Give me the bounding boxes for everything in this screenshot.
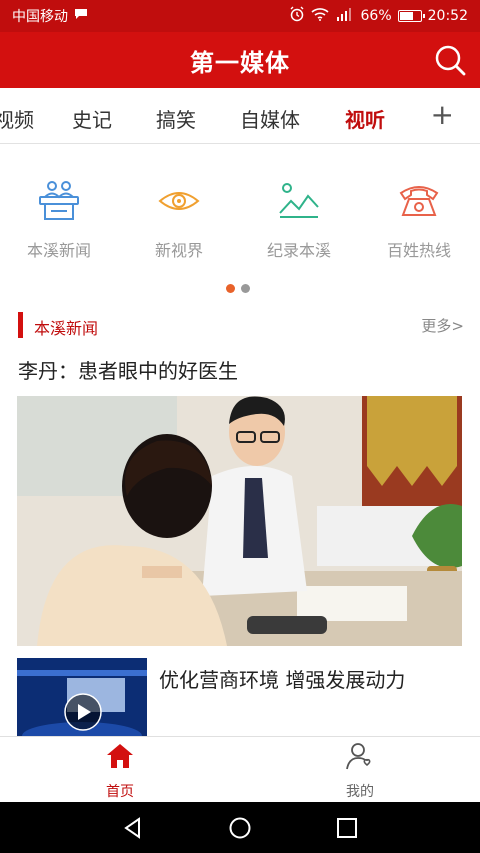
recents-icon[interactable] <box>335 816 359 840</box>
home-icon <box>107 744 133 768</box>
add-channel-button[interactable]: + <box>431 98 454 131</box>
news-title: 优化营商环境 增强发展动力 <box>159 668 406 692</box>
landscape-icon <box>279 183 319 218</box>
app-bar: 第一媒体 <box>0 32 480 88</box>
eye-icon <box>158 192 200 210</box>
article-photo[interactable] <box>17 396 462 646</box>
shortcut-new-vision[interactable]: 新视界 <box>124 175 234 261</box>
article-headline[interactable]: 李丹：患者眼中的好医生 <box>18 355 238 384</box>
carousel-indicator <box>226 284 250 293</box>
shortcut-label: 新视界 <box>154 241 203 260</box>
battery-icon <box>397 10 425 22</box>
section-title: 本溪新闻 <box>34 319 99 338</box>
home-circle-icon[interactable] <box>228 816 252 840</box>
shortcut-label: 纪录本溪 <box>266 241 331 260</box>
system-nav-bar <box>0 802 480 853</box>
signal-icon <box>335 7 355 25</box>
tab-audio-visual[interactable]: 视听 <box>345 104 385 133</box>
carousel-dot-active[interactable] <box>226 284 235 293</box>
channel-tabs: 视频 史记 搞笑 自媒体 视听 + <box>0 88 480 144</box>
search-icon[interactable] <box>434 44 466 76</box>
shortcut-benxi-news[interactable]: 本溪新闻 <box>4 175 114 261</box>
shortcut-grid: 本溪新闻 新视界 纪录本溪 百姓热线 <box>0 175 480 275</box>
battery-percent: 66% <box>360 8 392 24</box>
section-accent-bar <box>18 312 23 338</box>
profile-icon <box>346 743 371 770</box>
podium-icon <box>39 181 79 220</box>
shortcut-hotline[interactable]: 百姓热线 <box>364 175 474 261</box>
back-icon[interactable] <box>121 816 145 840</box>
tab-history[interactable]: 史记 <box>72 104 112 133</box>
list-item[interactable]: 优化营商环境 增强发展动力 <box>17 658 463 736</box>
bottom-nav: 首页 我的 <box>0 736 480 802</box>
telephone-icon <box>399 186 439 216</box>
more-link[interactable]: 更多> <box>421 315 464 336</box>
clock: 20:52 <box>427 8 468 24</box>
status-bar: 中国移动 66% 20:52 <box>0 0 480 32</box>
shortcut-documentary[interactable]: 纪录本溪 <box>244 175 354 261</box>
message-icon <box>74 8 88 24</box>
shortcut-label: 本溪新闻 <box>26 241 91 260</box>
nav-profile[interactable]: 我的 <box>300 741 420 801</box>
play-icon[interactable] <box>73 702 93 722</box>
tab-video[interactable]: 视频 <box>0 104 34 133</box>
wifi-icon <box>310 7 329 25</box>
news-thumbnail <box>17 658 147 736</box>
tab-we-media[interactable]: 自媒体 <box>240 104 300 133</box>
tab-funny[interactable]: 搞笑 <box>156 104 196 133</box>
nav-label: 首页 <box>106 784 134 800</box>
carousel-dot[interactable] <box>241 284 250 293</box>
nav-home[interactable]: 首页 <box>60 741 180 801</box>
app-title: 第一媒体 <box>190 48 290 77</box>
section-header: 本溪新闻 更多> <box>18 312 464 340</box>
shortcut-label: 百姓热线 <box>386 241 451 260</box>
alarm-icon <box>289 6 305 26</box>
nav-label: 我的 <box>346 784 374 800</box>
carrier-label: 中国移动 <box>12 9 68 25</box>
